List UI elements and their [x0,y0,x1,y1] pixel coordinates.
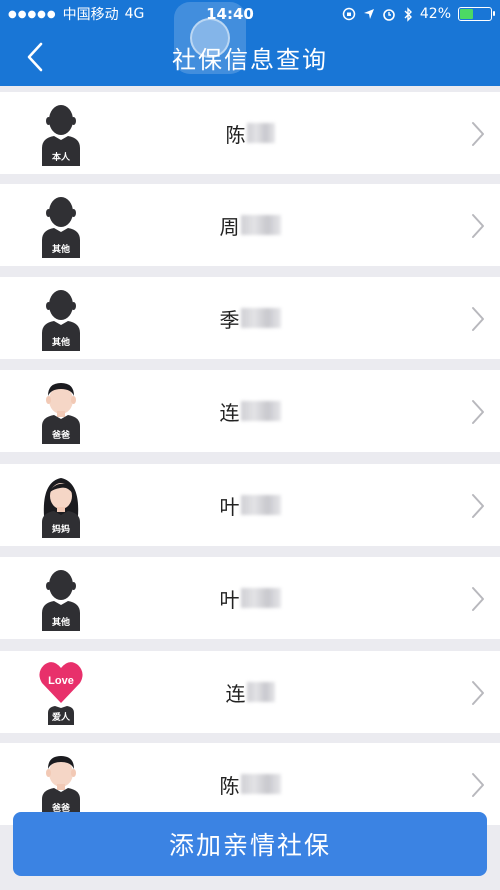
member-name-redacted [240,495,281,515]
carrier-name: 中国移动 [62,7,119,23]
member-row[interactable]: 其他季 [0,277,500,359]
assistive-touch-dot [190,18,230,58]
back-button[interactable] [18,40,52,74]
member-name-redacted [240,401,281,421]
chevron-right-icon [470,399,486,425]
member-surname: 连 [219,400,240,425]
chevron-right-icon [470,586,486,612]
network-type: 4G [124,6,145,22]
navigation-bar: 社保信息查询 [0,28,500,86]
member-surname: 叶 [219,587,240,612]
member-surname: 陈 [219,773,240,798]
member-name: 季 [0,277,500,359]
member-name: 连 [0,651,500,733]
member-name-redacted [240,774,281,794]
rotation-lock-icon [342,7,356,21]
member-name: 叶 [0,557,500,639]
member-surname: 连 [225,681,246,706]
assistive-touch-button[interactable] [174,2,246,74]
member-row[interactable]: 本人陈 [0,92,500,174]
battery-percent: 42% [419,6,451,22]
member-name: 陈 [0,92,500,174]
chevron-left-icon [27,42,43,72]
bluetooth-icon [404,6,412,22]
member-name: 周 [0,184,500,266]
member-row[interactable]: 其他周 [0,184,500,266]
member-name: 叶 [0,464,500,546]
chevron-right-icon [470,493,486,519]
member-row[interactable]: 妈妈叶 [0,464,500,546]
member-surname: 季 [219,307,240,332]
member-name-redacted [240,588,281,608]
member-surname: 叶 [219,494,240,519]
member-surname: 周 [219,214,240,239]
add-family-social-security-button[interactable]: 添加亲情社保 [13,812,487,876]
status-right: 42% [302,6,495,22]
member-name-redacted [246,682,275,702]
member-name-redacted [240,215,281,235]
alarm-icon [383,9,395,21]
member-row[interactable]: 其他叶 [0,557,500,639]
battery-icon [458,7,495,21]
member-row[interactable]: 爸爸连 [0,370,500,452]
chevron-right-icon [470,680,486,706]
chevron-right-icon [470,121,486,147]
chevron-right-icon [470,306,486,332]
chevron-right-icon [470,213,486,239]
member-name: 连 [0,370,500,452]
member-row[interactable]: Love 爱人连 [0,651,500,733]
battery-level [460,9,473,19]
status-bar: ●●●●● 中国移动 4G 14:40 42% [0,0,500,28]
signal-dots-icon: ●●●●● [8,8,57,20]
location-arrow-icon [363,9,374,19]
member-surname: 陈 [225,122,246,147]
chevron-right-icon [470,772,486,798]
member-name-redacted [246,123,275,143]
member-name-redacted [240,308,281,328]
